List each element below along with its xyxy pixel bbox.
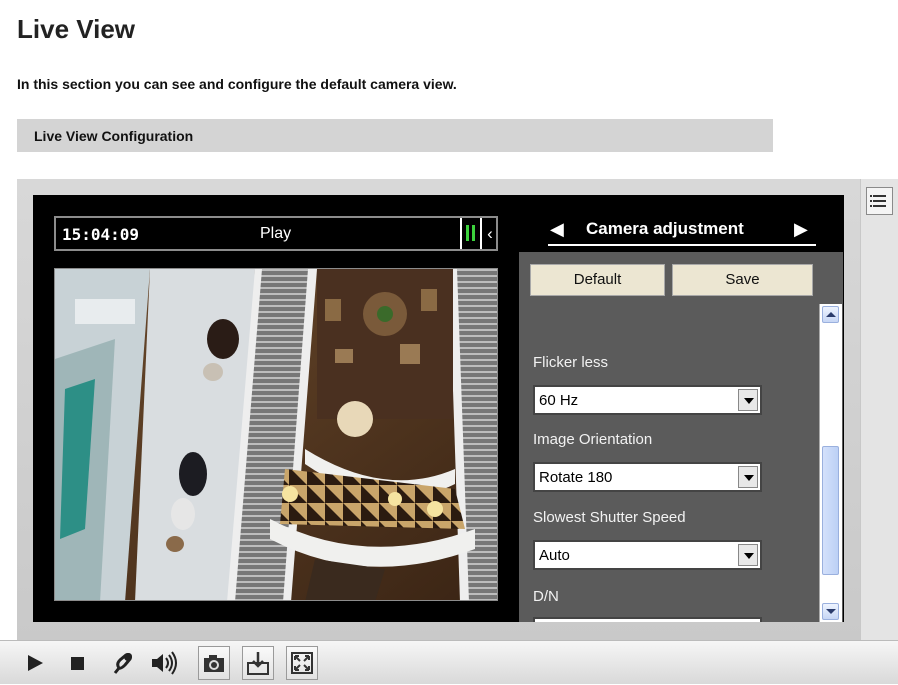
section-header: Live View Configuration <box>17 119 773 152</box>
camera-adjustment-panel: Default Save Flicker less 60 Hz Image Or… <box>519 252 843 622</box>
dn-select[interactable] <box>533 617 762 622</box>
scroll-down-icon[interactable] <box>822 603 839 620</box>
menu-list-icon[interactable] <box>866 187 893 215</box>
speaker-icon[interactable] <box>148 646 180 680</box>
image-orientation-select[interactable]: Rotate 180 <box>533 462 762 492</box>
save-button[interactable]: Save <box>672 264 813 296</box>
play-icon[interactable] <box>22 646 54 680</box>
player-toolbar <box>0 640 898 684</box>
page-description: In this section you can see and configur… <box>17 76 457 92</box>
scroll-thumb[interactable] <box>822 446 839 575</box>
panel-scrollbar[interactable] <box>819 304 842 622</box>
camera-adjustment-title: Camera adjustment <box>586 219 744 238</box>
image-orientation-value: Rotate 180 <box>539 469 613 486</box>
flicker-less-value: 60 Hz <box>539 392 579 409</box>
fullscreen-icon[interactable] <box>286 646 318 680</box>
shutter-speed-label: Slowest Shutter Speed <box>533 509 686 526</box>
video-image <box>55 269 497 600</box>
section-title: Live View Configuration <box>34 128 194 144</box>
page-title: Live View <box>17 14 136 44</box>
stop-icon[interactable] <box>62 646 94 680</box>
record-icon[interactable] <box>242 646 274 680</box>
microphone-icon[interactable] <box>106 646 138 680</box>
image-orientation-label: Image Orientation <box>533 431 653 448</box>
snapshot-icon[interactable] <box>198 646 230 680</box>
time-display: 15:04:09 <box>62 225 140 244</box>
chevron-down-icon[interactable] <box>738 544 758 566</box>
chevron-left-icon[interactable]: ‹ <box>480 218 498 249</box>
previous-arrow-icon[interactable]: ◀ <box>550 219 564 240</box>
dn-label: D/N <box>533 588 559 605</box>
default-button[interactable]: Default <box>530 264 665 296</box>
shutter-speed-value: Auto <box>539 547 570 564</box>
chevron-down-icon[interactable] <box>738 389 758 411</box>
pause-indicator-icon[interactable] <box>460 218 480 249</box>
flicker-less-select[interactable]: 60 Hz <box>533 385 762 415</box>
chevron-down-icon[interactable] <box>738 466 758 488</box>
next-arrow-icon[interactable]: ▶ <box>794 219 808 240</box>
playback-status: Play <box>260 225 292 242</box>
camera-video-feed <box>54 268 498 601</box>
camera-adjustment-header: ◀ Camera adjustment ▶ <box>548 216 816 246</box>
player-status-bar: 15:04:09 Play ‹ <box>54 216 498 251</box>
scroll-up-icon[interactable] <box>822 306 839 323</box>
shutter-speed-select[interactable]: Auto <box>533 540 762 570</box>
right-strip <box>860 179 898 640</box>
flicker-less-label: Flicker less <box>533 354 609 371</box>
